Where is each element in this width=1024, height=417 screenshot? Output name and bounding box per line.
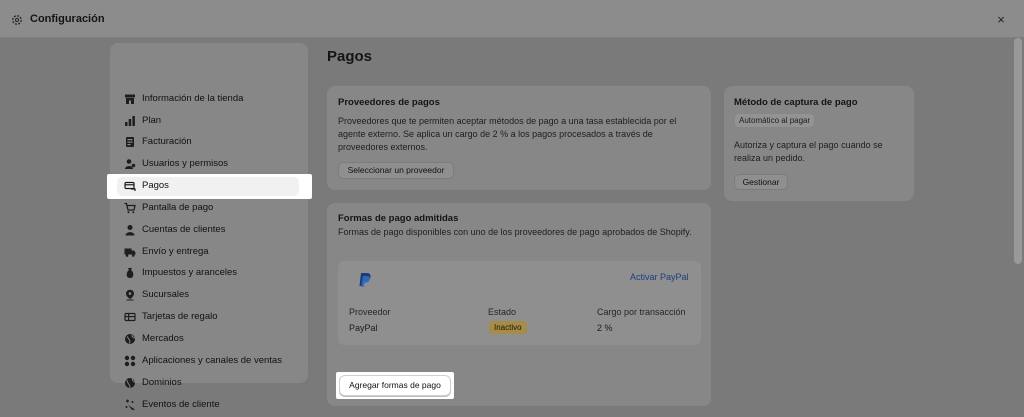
capture-status-badge: Automático al pagar xyxy=(735,114,815,127)
sidebar-item-label: Cuentas de clientes xyxy=(142,224,226,235)
sidebar-item-label: Plan xyxy=(142,115,162,126)
sidebar-item-customer-events[interactable]: Eventos de cliente xyxy=(110,395,308,416)
sidebar-item-label: Mercados xyxy=(142,333,184,344)
apps-icon xyxy=(124,355,136,367)
provider-name: PayPal xyxy=(349,323,378,333)
location-icon xyxy=(126,289,134,301)
sidebar-item-shipping[interactable]: Envío y entrega xyxy=(110,242,308,263)
sidebar-item-label: Usuarios y permisos xyxy=(142,158,229,169)
transaction-fee: 2 % xyxy=(597,323,613,333)
capture-description: Autoriza y captura el pago cuando se rea… xyxy=(734,140,883,163)
column-header-fee: Cargo por transacción xyxy=(597,307,686,317)
sidebar-item-label: Tarjetas de regalo xyxy=(142,311,218,322)
add-payment-methods-spotlight: Agregar formas de pago xyxy=(336,372,454,399)
sidebar-item-label: Información de la tienda xyxy=(142,93,244,104)
sidebar-item-payments[interactable]: Pagos xyxy=(107,174,312,199)
page-scrollbar[interactable] xyxy=(1012,38,1024,417)
status-badge: Inactivo xyxy=(489,321,527,334)
close-icon[interactable]: × xyxy=(994,13,1008,27)
sidebar-item-label: Envío y entrega xyxy=(142,246,209,257)
sidebar-item-label: Dominios xyxy=(142,377,182,388)
sidebar-item-label: Sucursales xyxy=(142,289,189,300)
sidebar-item-label: Eventos de cliente xyxy=(142,399,220,410)
store-icon xyxy=(125,94,135,104)
sidebar-item-label: Impuestos y aranceles xyxy=(142,267,238,278)
sidebar-item-gift-cards[interactable]: Tarjetas de regalo xyxy=(110,307,308,328)
methods-description: Formas de pago disponibles con uno de lo… xyxy=(338,227,692,237)
window-title: Configuración xyxy=(30,13,105,25)
column-header-provider: Proveedor xyxy=(349,307,391,317)
domain-icon xyxy=(125,378,136,389)
providers-title: Proveedores de pagos xyxy=(338,97,440,108)
sidebar-item-label: Pagos xyxy=(142,180,169,191)
sidebar-item-label: Facturación xyxy=(142,136,192,147)
sidebar-item-taxes[interactable]: Impuestos y aranceles xyxy=(110,263,308,284)
sidebar-item-billing[interactable]: Facturación xyxy=(110,132,308,153)
sidebar-item-checkout[interactable]: Pantalla de pago xyxy=(110,198,308,219)
sidebar-item-markets[interactable]: Mercados xyxy=(110,329,308,350)
payments-icon xyxy=(124,181,136,191)
scrollbar-thumb[interactable] xyxy=(1014,38,1022,264)
sidebar-item-store-info[interactable]: Información de la tienda xyxy=(110,89,308,110)
window-titlebar: Configuración × xyxy=(0,0,1024,38)
globe-icon xyxy=(125,334,135,344)
events-icon xyxy=(125,399,135,410)
page-title: Pagos xyxy=(327,48,373,65)
manage-capture-button[interactable]: Gestionar xyxy=(734,174,788,190)
billing-icon xyxy=(126,137,134,147)
checkout-icon xyxy=(124,202,136,214)
sidebar-item-customer-accounts[interactable]: Cuentas de clientes xyxy=(110,220,308,241)
sidebar-item-label: Pantalla de pago xyxy=(142,202,214,213)
sidebar-item-plan[interactable]: Plan xyxy=(110,111,308,132)
activate-paypal-link[interactable]: Activar PayPal xyxy=(630,272,689,282)
capture-title: Método de captura de pago xyxy=(734,97,858,108)
providers-description: Proveedores que te permiten aceptar méto… xyxy=(338,116,677,152)
select-provider-button[interactable]: Seleccionar un proveedor xyxy=(338,162,454,179)
sidebar-item-label: Aplicaciones y canales de ventas xyxy=(142,355,282,366)
sidebar-item-locations[interactable]: Sucursales xyxy=(110,285,308,306)
customer-icon xyxy=(125,225,135,236)
gift-card-icon xyxy=(124,312,136,322)
paypal-logo-icon xyxy=(359,273,371,287)
methods-title: Formas de pago admitidas xyxy=(338,213,459,224)
column-header-status: Estado xyxy=(488,307,517,317)
tax-icon xyxy=(126,268,134,278)
sidebar-item-domains[interactable]: Dominios xyxy=(110,373,308,394)
sidebar-item-apps[interactable]: Aplicaciones y canales de ventas xyxy=(110,351,308,372)
users-icon xyxy=(125,159,136,169)
plan-icon xyxy=(125,116,135,126)
gear-icon xyxy=(12,15,22,25)
truck-icon xyxy=(124,248,136,257)
add-payment-methods-button[interactable]: Agregar formas de pago xyxy=(339,375,451,396)
sidebar-item-users[interactable]: Usuarios y permisos xyxy=(110,154,308,175)
